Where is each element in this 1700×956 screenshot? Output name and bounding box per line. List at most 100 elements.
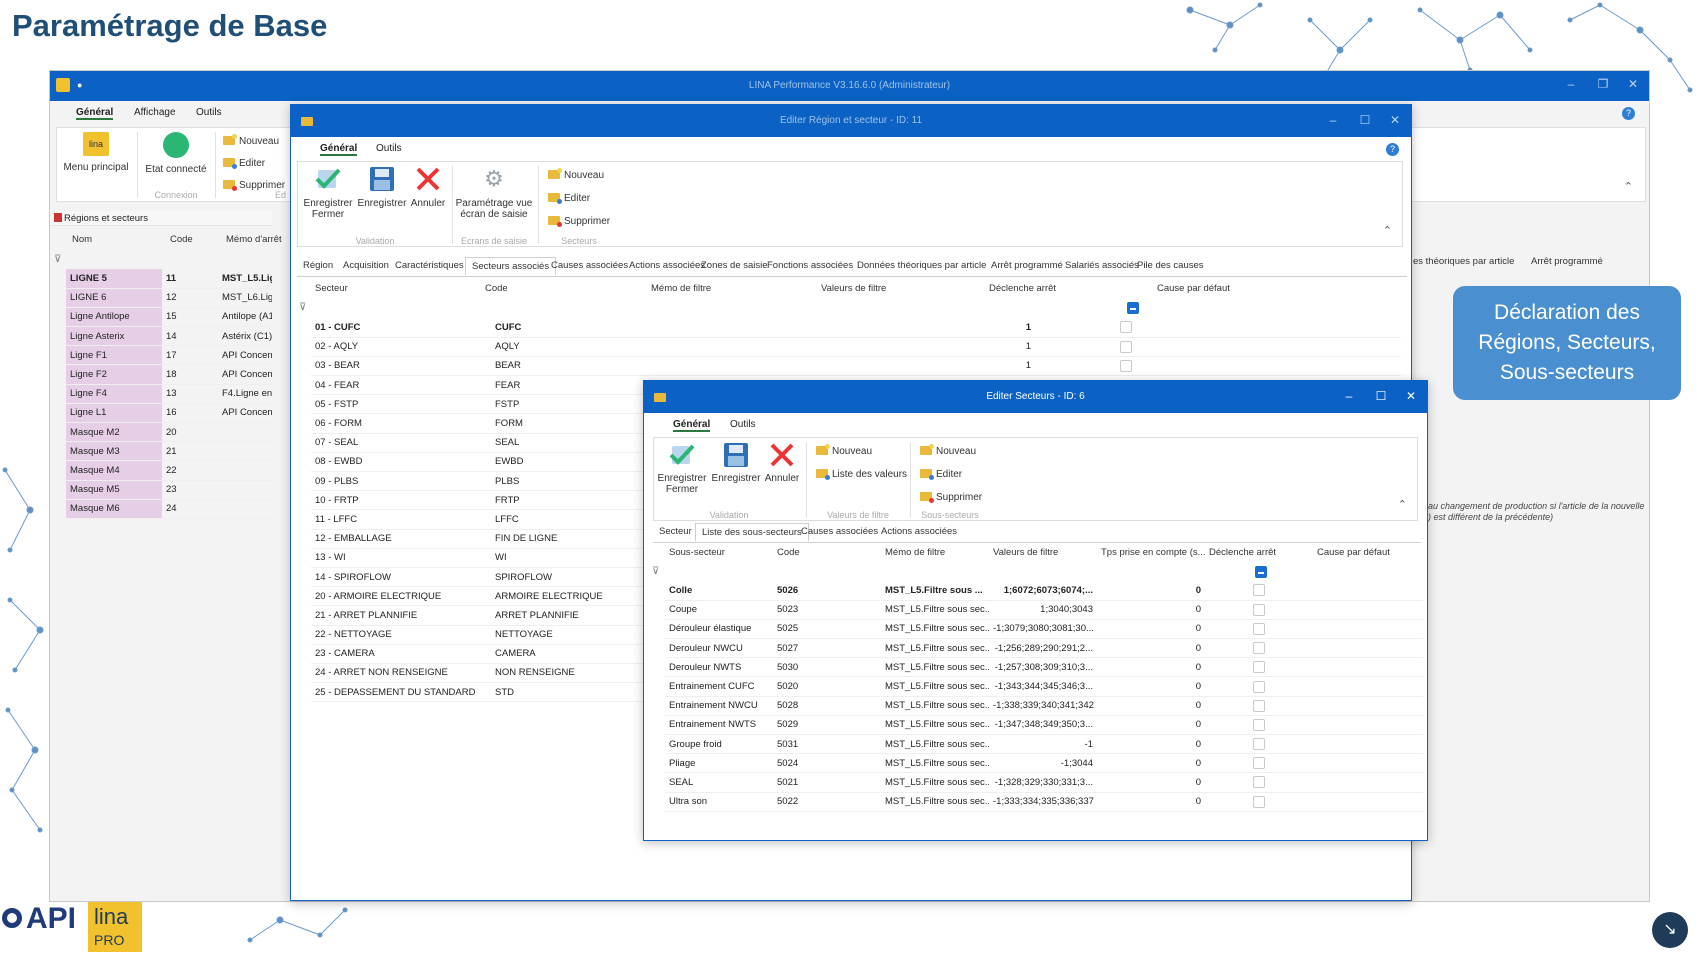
table-row[interactable]: Pliage 5024 MST_L5.Filtre sous sec... -1;30… — [665, 753, 1423, 774]
dialog1-tab-outils[interactable]: Outils — [376, 143, 402, 154]
dialog2-tab[interactable]: Secteur — [653, 523, 698, 540]
dlg2-annuler-button[interactable]: Annuler — [762, 442, 802, 484]
table-row[interactable]: LIGNE 612MST_L6.Ligne e — [66, 288, 272, 308]
table-row[interactable]: Ultra son 5022 MST_L5.Filtre sous sec... -1… — [665, 792, 1423, 812]
menu-principal-button[interactable]: lina Menu principal — [61, 132, 131, 173]
dialog1-tab[interactable]: Arrêt programmé — [985, 257, 1069, 274]
minimize-icon[interactable]: – — [1561, 77, 1581, 91]
table-row[interactable]: Derouleur NWCU 5027 MST_L5.Filtre sous sec… — [665, 638, 1423, 659]
dialog1-col-header[interactable]: Cause par défaut — [1157, 283, 1230, 294]
dialog2-col-header[interactable]: Cause par défaut — [1317, 547, 1390, 558]
table-row[interactable]: Ligne F218API Concentrat — [66, 364, 272, 385]
dlg2-enregistrer-fermer-button[interactable]: Enregistrer Fermer — [656, 442, 708, 495]
dialog2-tab[interactable]: Actions associées — [875, 523, 963, 540]
enregistrer-fermer-button[interactable]: Enregistrer Fermer — [302, 166, 354, 220]
restore-icon[interactable]: ❐ — [1593, 77, 1613, 91]
declenche-checkbox[interactable] — [1253, 584, 1265, 597]
dialog1-tab[interactable]: Fonctions associées — [761, 257, 859, 274]
dialog2-col-header[interactable]: Code — [777, 547, 800, 558]
filter-icon[interactable]: ⊽ — [54, 254, 61, 265]
table-row[interactable]: Ligne F413F4.Ligne en mar — [66, 384, 272, 404]
dialog2-col-header[interactable]: Déclenche arrêt — [1209, 547, 1276, 558]
declenche-checkbox[interactable] — [1253, 603, 1265, 616]
secteurs-supprimer-button[interactable]: Supprimer — [548, 216, 610, 227]
dialog2-collapse-icon[interactable]: ⌃ — [1398, 498, 1407, 511]
tab-outils[interactable]: Outils — [196, 107, 222, 118]
main-editer-button[interactable]: Editer — [223, 158, 265, 169]
table-row[interactable]: Dérouleur élastique 5025 MST_L5.Filtre sou… — [665, 619, 1423, 640]
dialog1-tab[interactable]: Acquisition — [337, 257, 395, 274]
col-memo-arret[interactable]: Mémo d'arrêt — [226, 234, 282, 245]
dialog2-col-header[interactable]: Mémo de filtre — [885, 547, 945, 558]
dialog1-collapse-icon[interactable]: ⌃ — [1383, 224, 1392, 237]
parametrage-vue-button[interactable]: ⚙ Paramétrage vue écran de saisie — [454, 166, 534, 220]
dialog2-close-icon[interactable]: ✕ — [1401, 389, 1421, 403]
tab-affichage[interactable]: Affichage — [134, 107, 176, 118]
declenche-checkbox[interactable] — [1120, 359, 1132, 372]
dialog1-col-header[interactable]: Valeurs de filtre — [821, 283, 886, 294]
sous-secteurs-editer-button[interactable]: Editer — [920, 469, 962, 480]
table-row[interactable]: Ligne L116API Concentrat — [66, 403, 272, 424]
table-row[interactable]: Groupe froid 5031 MST_L5.Filtre sous sec..… — [665, 734, 1423, 755]
dialog2-tab-outils[interactable]: Outils — [730, 419, 756, 430]
table-row[interactable]: Masque M4 22 — [66, 460, 272, 481]
table-row[interactable]: SEAL 5021 MST_L5.Filtre sous sec... -1;328;… — [665, 772, 1423, 793]
col-code[interactable]: Code — [170, 234, 193, 245]
table-row[interactable]: Masque M5 23 — [66, 480, 272, 500]
dialog1-tab[interactable]: Secteurs associés — [465, 257, 557, 275]
valeurs-nouveau-button[interactable]: Nouveau — [816, 444, 872, 457]
main-nouveau-button[interactable]: Nouveau — [223, 134, 279, 147]
table-row[interactable]: Derouleur NWTS 5030 MST_L5.Filtre sous sec… — [665, 657, 1423, 678]
dialog2-col-header[interactable]: Tps prise en compte (s... — [1101, 547, 1206, 558]
declenche-checkbox[interactable] — [1253, 699, 1265, 712]
dialog1-filter-icon[interactable]: ⊽ — [299, 302, 306, 313]
dialog2-tab-general[interactable]: Général — [673, 419, 711, 432]
declenche-checkbox[interactable] — [1120, 321, 1132, 334]
table-row[interactable]: Entrainement NWCU 5028 MST_L5.Filtre sous … — [665, 696, 1423, 716]
table-row[interactable]: Ligne Antilope15Antilope (A1).M — [66, 307, 272, 328]
declenche-checkbox[interactable] — [1253, 680, 1265, 693]
next-slide-button[interactable]: ↘ — [1652, 912, 1688, 948]
dialog1-minimize-icon[interactable]: – — [1323, 113, 1343, 127]
dlg2-enregistrer-button[interactable]: Enregistrer — [710, 442, 762, 484]
declenche-checkbox[interactable] — [1253, 795, 1265, 808]
dialog2-maximize-icon[interactable]: ☐ — [1371, 389, 1391, 403]
table-row[interactable]: Entrainement CUFC 5020 MST_L5.Filtre sous … — [665, 676, 1423, 697]
dialog1-tab[interactable]: Données théoriques par article — [851, 257, 992, 274]
table-row[interactable]: LIGNE 511MST_L5.Ligne — [66, 269, 272, 289]
dialog1-col-header[interactable]: Code — [485, 283, 508, 294]
declenche-checkbox[interactable] — [1253, 757, 1265, 770]
dialog1-tab-general[interactable]: Général — [320, 143, 358, 156]
dialog1-maximize-icon[interactable]: ☐ — [1355, 113, 1375, 127]
enregistrer-button[interactable]: Enregistrer — [356, 166, 408, 209]
table-row[interactable]: Ligne F117API Concentrat — [66, 345, 272, 366]
dialog2-filter-icon[interactable]: ⊽ — [652, 566, 659, 577]
dlg2-declenche-filter-checkbox[interactable] — [1255, 566, 1267, 578]
table-row[interactable]: Masque M6 24 — [66, 499, 272, 519]
secteurs-nouveau-button[interactable]: Nouveau — [548, 168, 604, 181]
dialog1-close-icon[interactable]: ✕ — [1385, 113, 1405, 127]
table-row[interactable]: Masque M3 21 — [66, 441, 272, 462]
dialog1-help-icon[interactable]: ? — [1386, 143, 1399, 156]
help-icon[interactable]: ? — [1622, 107, 1635, 120]
annuler-button[interactable]: Annuler — [408, 166, 448, 209]
declenche-checkbox[interactable] — [1253, 642, 1265, 655]
declenche-checkbox[interactable] — [1253, 718, 1265, 731]
collapse-ribbon-icon[interactable]: ⌃ — [1624, 180, 1633, 193]
declenche-checkbox[interactable] — [1120, 340, 1132, 353]
tab-donnees-theoriques[interactable]: es théoriques par article — [1407, 253, 1520, 270]
table-row[interactable]: Entrainement NWTS 5029 MST_L5.Filtre sous … — [665, 715, 1423, 736]
tab-general[interactable]: Général — [76, 107, 114, 120]
table-row[interactable]: Ligne Asterix14Astérix (C1).Ma — [66, 326, 272, 347]
table-row[interactable]: Colle 5026 MST_L5.Filtre sous ... 1;6072;60… — [665, 581, 1423, 601]
declenche-checkbox[interactable] — [1253, 661, 1265, 674]
table-row[interactable]: 01 - CUFC CUFC 1 — [311, 318, 1401, 338]
col-nom[interactable]: Nom — [72, 234, 92, 245]
dialog1-tab[interactable]: Pile des causes — [1131, 257, 1210, 274]
dialog1-tab[interactable]: Région — [297, 257, 339, 274]
etat-connecte-button[interactable]: Etat connecté — [139, 132, 213, 175]
sous-secteurs-nouveau-button[interactable]: Nouveau — [920, 444, 976, 457]
table-row[interactable]: Masque M2 20 — [66, 422, 272, 443]
declenche-checkbox[interactable] — [1253, 622, 1265, 635]
declenche-checkbox[interactable] — [1253, 738, 1265, 751]
